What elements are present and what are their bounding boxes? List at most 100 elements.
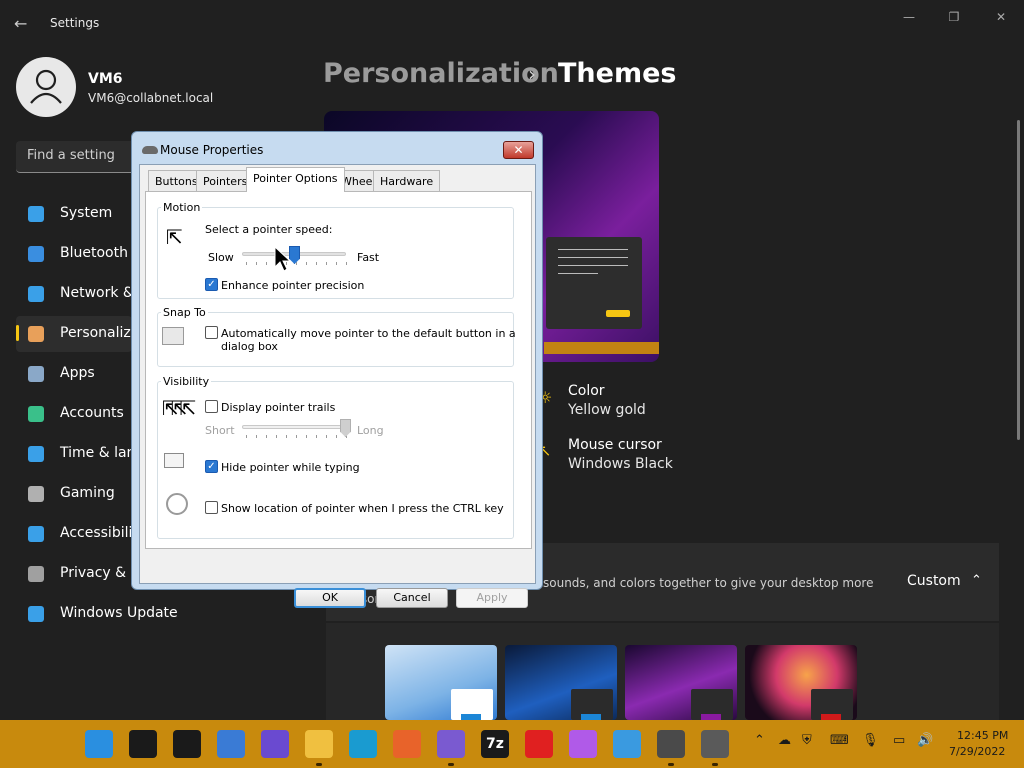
- search-input[interactable]: Find a setting: [16, 141, 136, 173]
- minimize-button[interactable]: —: [895, 8, 923, 26]
- settings-icon[interactable]: [657, 730, 685, 758]
- title-bar: ← Settings — ❐ ✕: [0, 0, 1024, 48]
- sidebar-item-label: Windows Update: [60, 605, 178, 621]
- sidebar-item-privacy-security[interactable]: Privacy & security: [16, 556, 186, 592]
- snap-to-label-1[interactable]: Automatically move pointer to the defaul…: [221, 327, 516, 340]
- slider-tick: [276, 435, 277, 438]
- snap-to-checkbox[interactable]: [205, 326, 218, 339]
- running-indicator: [448, 763, 454, 766]
- running-indicator: [668, 763, 674, 766]
- enhance-precision-checkbox[interactable]: ✓: [205, 278, 218, 291]
- sidebar-item-accounts[interactable]: Accounts: [16, 396, 132, 432]
- theme-thumb-glow[interactable]: [625, 645, 737, 720]
- keyboard-icon[interactable]: ⌨: [830, 733, 849, 748]
- theme-thumb-dark[interactable]: [505, 645, 617, 720]
- page-title: Themes: [558, 58, 677, 89]
- file-explorer-icon[interactable]: [305, 730, 333, 758]
- search-icon[interactable]: [129, 730, 157, 758]
- slider-tick: [306, 262, 307, 265]
- sidebar-item-apps[interactable]: Apps: [16, 356, 132, 392]
- sidebar-item-bluetooth-devices[interactable]: Bluetooth & devices: [16, 236, 201, 272]
- 7zip-icon[interactable]: 7z: [481, 730, 509, 758]
- sidebar-item-time-language[interactable]: Time & language: [16, 436, 179, 472]
- ctrl-locate-checkbox[interactable]: [205, 501, 218, 514]
- theme-thumb-light[interactable]: [385, 645, 497, 720]
- sidebar-item-network-internet[interactable]: Network & internet: [16, 276, 194, 312]
- network-drive-icon[interactable]: ☁: [778, 733, 791, 748]
- chevron-up-icon[interactable]: ⌃: [754, 733, 765, 748]
- widgets-icon[interactable]: [217, 730, 245, 758]
- edge-icon[interactable]: [349, 730, 377, 758]
- slider-tick: [246, 262, 247, 265]
- hide-pointer-label[interactable]: Hide pointer while typing: [221, 461, 360, 474]
- brush-icon: [28, 326, 44, 342]
- pointer-trails-icon: ⇱⇱⇱: [162, 396, 196, 420]
- hide-pointer-checkbox[interactable]: ✓: [205, 460, 218, 473]
- sidebar-item-accessibility[interactable]: Accessibility: [16, 516, 146, 552]
- back-arrow-icon[interactable]: ←: [14, 12, 34, 36]
- mouse-icon[interactable]: [701, 730, 729, 758]
- taskbar: 7z ⌃ ☁ ⛨ ⌨ 🎙 ▭ 🔊 12:45 PM 7/29/2022: [0, 720, 1024, 768]
- running-indicator: [712, 763, 718, 766]
- task-view-icon[interactable]: [173, 730, 201, 758]
- tab-hardware[interactable]: Hardware: [373, 170, 441, 191]
- trails-short-label: Short: [205, 424, 235, 437]
- sidebar-item-system[interactable]: System: [16, 196, 132, 232]
- slider-tick: [336, 262, 337, 265]
- clock-time[interactable]: 12:45 PM: [957, 729, 1008, 742]
- clock-globe-icon: [28, 446, 44, 462]
- theme-color-title[interactable]: Color: [568, 383, 605, 399]
- sidebar-item-windows-update[interactable]: Windows Update: [16, 596, 178, 632]
- slider-tick: [246, 435, 247, 438]
- network-icon[interactable]: ▭: [893, 733, 905, 748]
- snap-to-group-title: Snap To: [161, 306, 208, 319]
- chat-icon[interactable]: [261, 730, 289, 758]
- start-icon[interactable]: [85, 730, 113, 758]
- scrollbar[interactable]: [1017, 120, 1020, 440]
- pointer-trails-checkbox[interactable]: [205, 400, 218, 413]
- maximize-button[interactable]: ❐: [940, 8, 968, 26]
- cancel-button[interactable]: Cancel: [376, 588, 448, 608]
- mouse-icon: [142, 146, 158, 154]
- bluetooth-icon: [28, 246, 44, 262]
- dialog-close-button[interactable]: ✕: [503, 141, 534, 159]
- tab-pointer-options[interactable]: Pointer Options: [246, 167, 345, 192]
- sidebar-item-gaming[interactable]: Gaming: [16, 476, 132, 512]
- avatar[interactable]: [16, 57, 76, 117]
- preview-taskbar: [544, 342, 659, 354]
- theme-cursor-title[interactable]: Mouse cursor: [568, 437, 662, 453]
- store-icon[interactable]: [437, 730, 465, 758]
- slider-tick: [296, 262, 297, 265]
- clock-date[interactable]: 7/29/2022: [949, 745, 1005, 758]
- motion-group-title: Motion: [161, 201, 203, 214]
- sidebar-item-personalization[interactable]: Personalization: [16, 316, 166, 352]
- finder-icon[interactable]: [613, 730, 641, 758]
- snap-to-label-2[interactable]: dialog box: [221, 340, 278, 353]
- chevron-right-icon: ›: [528, 62, 536, 86]
- apps-icon: [28, 366, 44, 382]
- person-icon: [30, 69, 62, 104]
- breadcrumb-parent[interactable]: Personalization: [323, 58, 559, 89]
- slider-tick: [306, 435, 307, 438]
- yandex-icon[interactable]: [525, 730, 553, 758]
- hide-pointer-icon: [164, 453, 184, 468]
- enhance-precision-label[interactable]: Enhance pointer precision: [221, 279, 364, 292]
- slider-tick: [256, 262, 257, 265]
- preview-accent-button: [606, 310, 630, 317]
- slider-tick: [256, 435, 257, 438]
- close-button[interactable]: ✕: [987, 8, 1015, 26]
- ctrl-locate-label[interactable]: Show location of pointer when I press th…: [221, 502, 504, 515]
- slider-tick: [336, 435, 337, 438]
- firefox-icon[interactable]: [393, 730, 421, 758]
- defender-icon[interactable]: ⛨: [802, 733, 812, 748]
- microphone-icon[interactable]: 🎙: [862, 733, 879, 748]
- ctrl-locate-icon: [166, 493, 188, 515]
- app-icon[interactable]: [569, 730, 597, 758]
- volume-icon[interactable]: 🔊: [917, 733, 933, 748]
- theme-thumb-flower[interactable]: [745, 645, 857, 720]
- visibility-group-title: Visibility: [161, 375, 212, 388]
- ok-button[interactable]: OK: [294, 588, 366, 608]
- pointer-trails-label[interactable]: Display pointer trails: [221, 401, 335, 414]
- chevron-up-icon[interactable]: ⌃: [971, 573, 982, 588]
- speed-slow-label: Slow: [208, 251, 234, 264]
